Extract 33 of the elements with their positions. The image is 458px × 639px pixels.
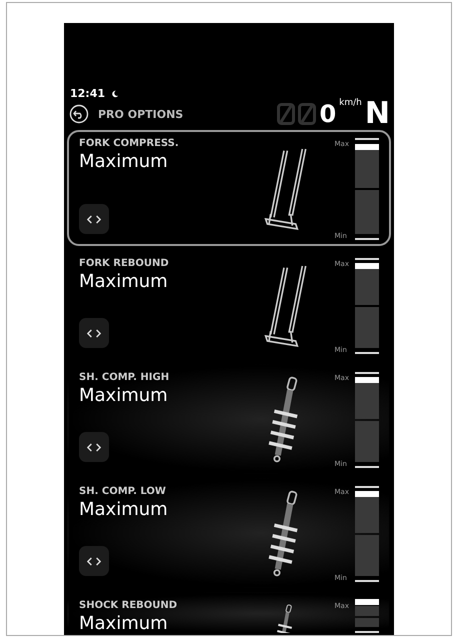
adjust-button[interactable] <box>79 318 109 348</box>
setting-label: SH. COMP. HIGH <box>79 372 170 383</box>
adjust-button[interactable] <box>79 546 109 576</box>
setting-value: Maximum <box>79 385 169 406</box>
speed-unit: km/h <box>339 98 362 108</box>
gauge-segment <box>355 606 379 616</box>
adjust-button[interactable] <box>79 432 109 462</box>
setting-label: SH. COMP. LOW <box>79 486 167 497</box>
gauge-segment <box>355 421 379 462</box>
gauge-segment <box>355 190 379 234</box>
clock-time: 12:41 <box>70 87 106 100</box>
page-title: PRO OPTIONS <box>98 108 184 120</box>
setting-label: FORK COMPRESS. <box>79 138 180 149</box>
setting-label: SHOCK REBOUND <box>79 600 178 611</box>
setting-label: FORK REBOUND <box>79 258 170 269</box>
chevrons-icon <box>87 556 101 566</box>
gauge-segment <box>355 535 379 576</box>
chevrons-icon <box>87 214 101 224</box>
adjust-button[interactable] <box>79 204 109 234</box>
gear-indicator: N <box>364 102 390 126</box>
gauge-segment <box>355 307 379 348</box>
digit-placeholder-icon <box>277 103 296 125</box>
setting-value: Maximum <box>79 151 169 172</box>
chevrons-icon <box>87 442 101 452</box>
back-button[interactable] <box>68 103 90 125</box>
setting-value: Maximum <box>79 499 169 520</box>
speed-reading: 0 <box>319 103 336 125</box>
setting-value: Maximum <box>79 271 169 292</box>
moon-icon <box>111 90 120 98</box>
setting-value: Maximum <box>79 613 169 633</box>
chevrons-icon <box>87 328 101 338</box>
gauge-segment <box>355 618 379 627</box>
digit-placeholder-icon <box>298 103 316 125</box>
